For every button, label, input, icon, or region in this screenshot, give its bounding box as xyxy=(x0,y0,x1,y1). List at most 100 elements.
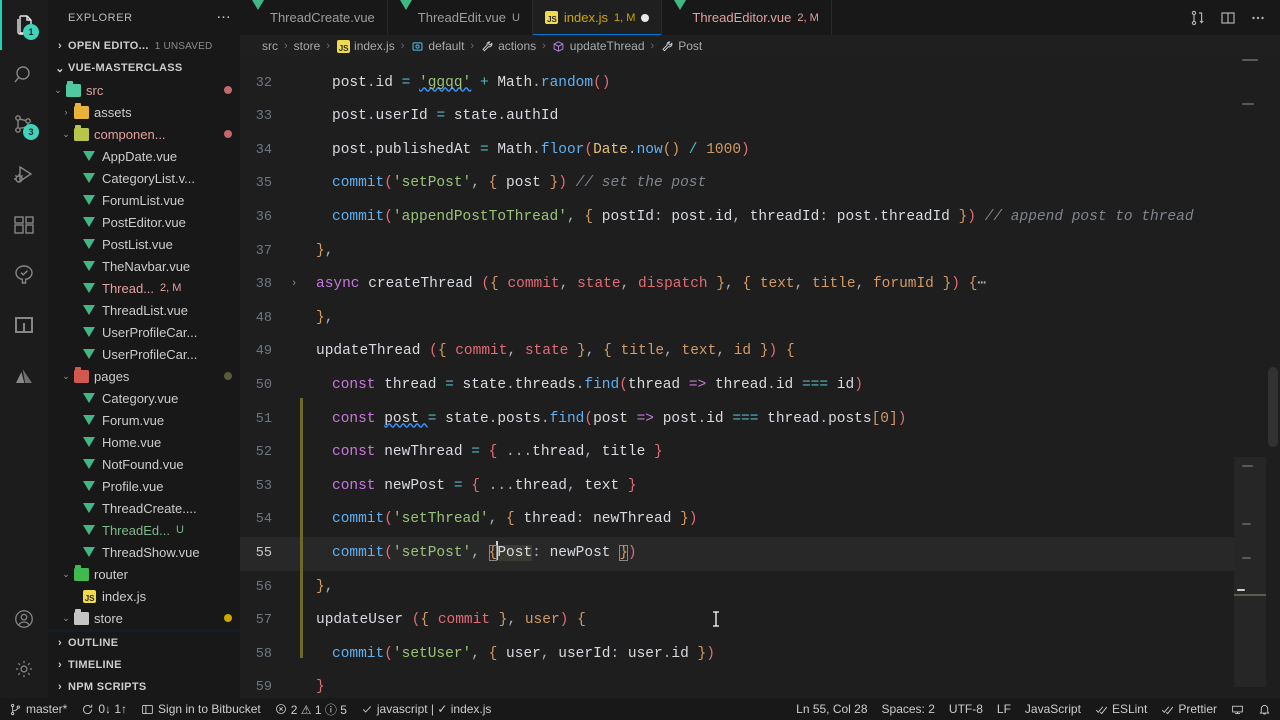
status-language-mode[interactable]: JavaScript xyxy=(1018,698,1088,720)
sidebar-section-timeline[interactable]: › TIMELINE xyxy=(48,654,240,676)
tree-item-assets[interactable]: › assets xyxy=(48,101,240,123)
editor-vertical-scrollbar[interactable] xyxy=(1266,57,1280,698)
activity-bar: 1 3 xyxy=(0,0,48,698)
status-prettier[interactable]: Prettier xyxy=(1154,698,1224,720)
status-notifications[interactable] xyxy=(1251,698,1278,720)
tree-item-userprofilecar-[interactable]: UserProfileCar... xyxy=(48,343,240,365)
code-line[interactable]: 54 commit('setThread', { thread: newThrea… xyxy=(240,503,1280,537)
status-remote-window[interactable] xyxy=(1224,698,1251,720)
sidebar-section-project[interactable]: ⌄ VUE-MASTERCLASS xyxy=(48,57,240,79)
minimap[interactable] xyxy=(1234,57,1266,698)
code-line[interactable]: 31 createPost ({ commit, state }, post) … xyxy=(240,57,1280,67)
status-sync[interactable]: 0↓ 1↑ xyxy=(74,698,134,720)
status-encoding[interactable]: UTF-8 xyxy=(942,698,990,720)
activity-item-atlassian[interactable] xyxy=(0,350,48,400)
code-line[interactable]: 53 const newPost = { ...thread, text } xyxy=(240,470,1280,504)
status-cursor-position[interactable]: Ln 55, Col 28 xyxy=(789,698,874,720)
activity-item-source-control[interactable]: 3 xyxy=(0,100,48,150)
editor-tab-index-js[interactable]: JS index.js 1, M xyxy=(532,0,663,35)
status-indentation[interactable]: Spaces: 2 xyxy=(875,698,942,720)
tree-item-src[interactable]: ⌄ src xyxy=(48,79,240,101)
tree-item-postlist-vue[interactable]: PostList.vue xyxy=(48,233,240,255)
tree-item-router[interactable]: ⌄ router xyxy=(48,563,240,585)
sidebar-section-open-editors[interactable]: › OPEN EDITO... 1 UNSAVED xyxy=(48,35,240,57)
tree-item-appdate-vue[interactable]: AppDate.vue xyxy=(48,145,240,167)
breadcrumb-item-post[interactable]: Post xyxy=(660,39,702,53)
tree-item-profile-vue[interactable]: Profile.vue xyxy=(48,475,240,497)
tree-item-store[interactable]: ⌄ store xyxy=(48,607,240,629)
editor-tab-threadeditor-vue[interactable]: ThreadEditor.vue 2, M xyxy=(662,0,832,35)
breadcrumb-item-actions[interactable]: actions xyxy=(480,39,536,53)
more-actions-icon[interactable] xyxy=(1244,4,1272,32)
status-eslint-file[interactable]: javascript | ✓ index.js xyxy=(354,698,499,720)
fold-chevron-icon[interactable]: › xyxy=(284,268,304,302)
code-line[interactable]: 37}, xyxy=(240,235,1280,269)
tree-item-label: router xyxy=(94,566,128,582)
sidebar-section-npm-scripts[interactable]: › NPM SCRIPTS xyxy=(48,676,240,698)
sidebar-more-icon[interactable]: … xyxy=(216,6,232,25)
status-problems[interactable]: 2 ⚠ 1 ⓘ 5 xyxy=(268,698,354,720)
code-line[interactable]: 36 commit('appendPostToThread', { postId:… xyxy=(240,201,1280,235)
code-line[interactable]: 33 post.userId = state.authId xyxy=(240,100,1280,134)
tree-item-thread-[interactable]: Thread... 2, M xyxy=(48,277,240,299)
code-line[interactable]: 52 const newThread = { ...thread, title } xyxy=(240,436,1280,470)
tree-item-userprofilecar-[interactable]: UserProfileCar... xyxy=(48,321,240,343)
activity-item-extensions[interactable] xyxy=(0,200,48,250)
tree-item-forumlist-vue[interactable]: ForumList.vue xyxy=(48,189,240,211)
code-line[interactable]: 56}, xyxy=(240,571,1280,605)
breadcrumb-item-updatethread[interactable]: updateThread xyxy=(552,39,645,53)
tree-item-posteditor-vue[interactable]: PostEditor.vue xyxy=(48,211,240,233)
tree-item-home-vue[interactable]: Home.vue xyxy=(48,431,240,453)
tree-item-thenavbar-vue[interactable]: TheNavbar.vue xyxy=(48,255,240,277)
tab-dirty-indicator[interactable] xyxy=(641,13,650,22)
tree-item-index-js[interactable]: JSindex.js1, M xyxy=(48,629,240,632)
tree-item-pages[interactable]: ⌄ pages xyxy=(48,365,240,387)
tree-item-threadlist-vue[interactable]: ThreadList.vue xyxy=(48,299,240,321)
tree-item-categorylist-v-[interactable]: CategoryList.v... xyxy=(48,167,240,189)
breadcrumb-item-default[interactable]: default xyxy=(410,39,464,53)
sidebar-section-outline[interactable]: › OUTLINE xyxy=(48,632,240,654)
status-bitbucket[interactable]: Sign in to Bitbucket xyxy=(134,698,268,720)
activity-item-search[interactable] xyxy=(0,50,48,100)
status-eslint[interactable]: ESLint xyxy=(1088,698,1154,720)
tree-item-index-js[interactable]: JS index.js xyxy=(48,585,240,607)
activity-item-testing[interactable] xyxy=(0,250,48,300)
editor-tab-threadedit-vue[interactable]: ThreadEdit.vue U xyxy=(387,0,533,35)
tree-item-notfound-vue[interactable]: NotFound.vue xyxy=(48,453,240,475)
activity-item-run-and-debug[interactable] xyxy=(0,150,48,200)
code-line[interactable]: 34 post.publishedAt = Math.floor(Date.now… xyxy=(240,134,1280,168)
tree-item-componen-[interactable]: ⌄ componen... xyxy=(48,123,240,145)
tree-item-threaded-[interactable]: ThreadEd... U xyxy=(48,519,240,541)
activity-item-explorer[interactable]: 1 xyxy=(0,0,48,50)
breadcrumb-item-store[interactable]: store xyxy=(294,39,321,53)
tree-item-threadshow-vue[interactable]: ThreadShow.vue xyxy=(48,541,240,563)
minimap-slider[interactable] xyxy=(1234,457,1266,687)
activity-item-accounts[interactable] xyxy=(0,594,48,644)
activity-item-settings[interactable] xyxy=(0,644,48,694)
status-branch[interactable]: master* xyxy=(2,698,74,720)
code-line-current[interactable]: 55 commit('setPost', {Post: newPost }) xyxy=(240,537,1280,571)
editor-tab-threadcreate-vue[interactable]: ThreadCreate.vue xyxy=(240,0,388,35)
code-line[interactable]: 58 commit('setUser', { user, userId: user… xyxy=(240,638,1280,672)
activity-item-npm[interactable] xyxy=(0,300,48,350)
code-line[interactable]: 35 commit('setPost', { post }) // set the… xyxy=(240,167,1280,201)
breadcrumb-item-index-js[interactable]: JS index.js xyxy=(336,39,395,53)
code-line[interactable]: 50 const thread = state.threads.find(thre… xyxy=(240,369,1280,403)
split-editor-icon[interactable] xyxy=(1214,4,1242,32)
tree-item-forum-vue[interactable]: Forum.vue xyxy=(48,409,240,431)
code-line[interactable]: 48}, xyxy=(240,302,1280,336)
code-line[interactable]: 38 › async createThread ({ commit, state, … xyxy=(240,268,1280,302)
code-line[interactable]: 59} xyxy=(240,671,1280,698)
code-line[interactable]: 57 updateUser ({ commit }, user) { xyxy=(240,604,1280,638)
tree-item-category-vue[interactable]: Category.vue xyxy=(48,387,240,409)
split-compare-icon[interactable] xyxy=(1184,4,1212,32)
code-line[interactable]: 32 post.id = 'ggqq' + Math.random() xyxy=(240,67,1280,101)
tab-decoration: 1, M xyxy=(613,11,636,24)
tree-item-threadcreate-[interactable]: ThreadCreate.... xyxy=(48,497,240,519)
status-eol[interactable]: LF xyxy=(990,698,1018,720)
breadcrumb-item-src[interactable]: src xyxy=(262,39,278,53)
code-editor[interactable]: 31 createPost ({ commit, state }, post) … xyxy=(240,57,1280,698)
code-line[interactable]: 49 updateThread ({ commit, state }, { tit… xyxy=(240,335,1280,369)
scrollbar-thumb[interactable] xyxy=(1268,367,1278,447)
code-line[interactable]: 51 const post = state.posts.find(post => … xyxy=(240,403,1280,437)
